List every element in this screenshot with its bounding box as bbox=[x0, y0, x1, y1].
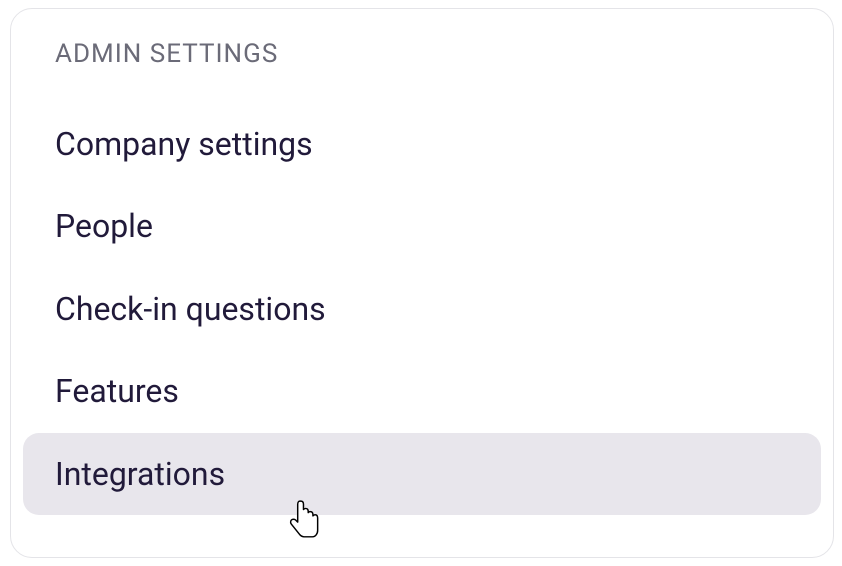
menu-item-people[interactable]: People bbox=[11, 185, 833, 267]
menu-item-company-settings[interactable]: Company settings bbox=[11, 103, 833, 185]
menu-item-check-in-questions[interactable]: Check-in questions bbox=[11, 268, 833, 350]
menu-item-features[interactable]: Features bbox=[11, 350, 833, 432]
menu-item-integrations[interactable]: Integrations bbox=[23, 433, 821, 515]
section-title: ADMIN SETTINGS bbox=[11, 9, 833, 79]
admin-settings-panel: ADMIN SETTINGS Company settings People C… bbox=[10, 8, 834, 558]
admin-settings-menu: Company settings People Check-in questio… bbox=[11, 103, 833, 515]
